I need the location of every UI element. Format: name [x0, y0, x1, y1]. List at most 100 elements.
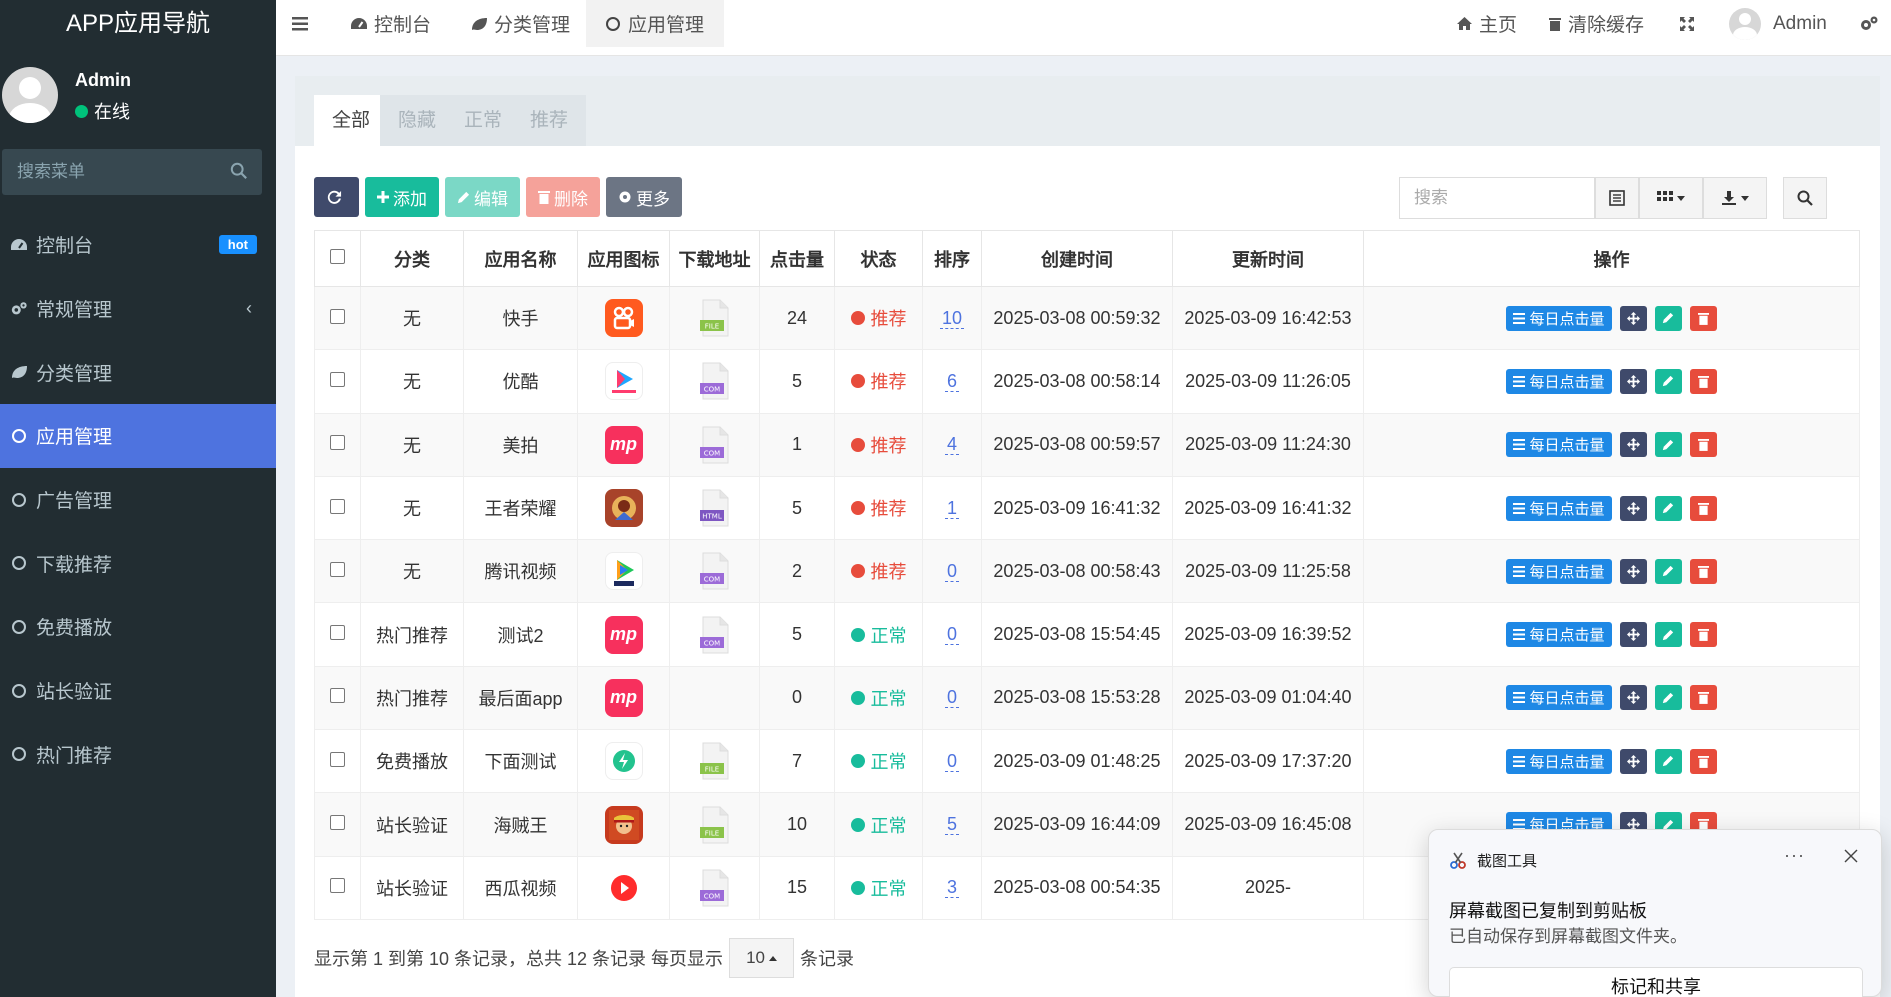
col-icon[interactable]: 应用图标: [577, 230, 670, 287]
home-link[interactable]: 主页: [1456, 0, 1517, 47]
app-meipai-icon[interactable]: mp: [604, 425, 643, 464]
sort-editable[interactable]: 1: [944, 497, 959, 519]
sidebar-item-4[interactable]: 广告管理: [0, 468, 276, 532]
edit-row-button[interactable]: [1654, 368, 1682, 394]
app-kuaishou-icon[interactable]: [604, 299, 643, 338]
filter-tab-recommend[interactable]: 推荐: [512, 95, 587, 146]
col-updated[interactable]: 更新时间: [1172, 230, 1364, 287]
settings-button[interactable]: [1859, 0, 1885, 47]
app-logo-title[interactable]: APP应用导航: [0, 0, 276, 47]
col-sort[interactable]: 排序: [922, 230, 982, 287]
col-category[interactable]: 分类: [360, 230, 464, 287]
daily-clicks-button[interactable]: 每日点击量: [1506, 748, 1612, 774]
delete-row-button[interactable]: [1689, 622, 1717, 648]
app-onepiece-icon[interactable]: [604, 805, 643, 844]
file-com-icon[interactable]: COM: [698, 552, 732, 590]
delete-row-button[interactable]: [1689, 305, 1717, 331]
sidebar-item-8[interactable]: 热门推荐: [0, 723, 276, 787]
row-checkbox[interactable]: [330, 625, 345, 641]
sort-editable[interactable]: 6: [944, 370, 959, 392]
drag-sort-button[interactable]: [1619, 558, 1647, 584]
drag-sort-button[interactable]: [1619, 622, 1647, 648]
more-button[interactable]: 更多: [606, 177, 682, 217]
sort-editable[interactable]: 4: [944, 434, 959, 456]
user-menu[interactable]: Admin: [1729, 0, 1827, 47]
row-checkbox[interactable]: [330, 371, 345, 387]
sort-editable[interactable]: 0: [944, 750, 959, 772]
row-checkbox[interactable]: [330, 688, 345, 704]
file-com-icon[interactable]: COM: [698, 616, 732, 654]
sort-editable[interactable]: 0: [944, 560, 959, 582]
filter-tab-normal[interactable]: 正常: [446, 95, 521, 146]
sort-editable[interactable]: 3: [944, 877, 959, 899]
sidebar-item-7[interactable]: 站长验证: [0, 659, 276, 723]
col-status[interactable]: 状态: [834, 230, 923, 287]
sort-editable[interactable]: 5: [944, 814, 959, 836]
file-file-icon[interactable]: FILE: [698, 742, 732, 780]
daily-clicks-button[interactable]: 每日点击量: [1506, 685, 1612, 711]
sidebar-item-5[interactable]: 下载推荐: [0, 531, 276, 595]
daily-clicks-button[interactable]: 每日点击量: [1506, 622, 1612, 648]
menu-search-input[interactable]: [2, 149, 212, 195]
app-flash-icon[interactable]: [604, 742, 643, 781]
edit-button[interactable]: 编辑: [445, 177, 520, 217]
row-checkbox[interactable]: [330, 308, 345, 324]
delete-row-button[interactable]: [1689, 558, 1717, 584]
add-button[interactable]: 添加: [365, 177, 439, 217]
more-options-icon[interactable]: ···: [1784, 845, 1805, 866]
row-checkbox[interactable]: [330, 815, 345, 831]
fullscreen-button[interactable]: [1679, 0, 1701, 47]
edit-row-button[interactable]: [1654, 305, 1682, 331]
delete-row-button[interactable]: [1689, 368, 1717, 394]
row-checkbox[interactable]: [330, 498, 345, 514]
file-com-icon[interactable]: COM: [698, 426, 732, 464]
drag-sort-button[interactable]: [1619, 495, 1647, 521]
delete-row-button[interactable]: [1689, 432, 1717, 458]
daily-clicks-button[interactable]: 每日点击量: [1506, 432, 1612, 458]
header-tab-app-manage[interactable]: 应用管理: [586, 0, 725, 47]
row-checkbox[interactable]: [330, 878, 345, 894]
col-clicks[interactable]: 点击量: [759, 230, 835, 287]
columns-button[interactable]: [1639, 177, 1703, 219]
table-search-input[interactable]: [1399, 177, 1595, 219]
row-checkbox[interactable]: [330, 435, 345, 451]
drag-sort-button[interactable]: [1619, 685, 1647, 711]
edit-row-button[interactable]: [1654, 748, 1682, 774]
app-meipai-icon[interactable]: mp: [604, 678, 643, 717]
drag-sort-button[interactable]: [1619, 432, 1647, 458]
edit-row-button[interactable]: [1654, 558, 1682, 584]
refresh-button[interactable]: [314, 177, 359, 217]
file-com-icon[interactable]: COM: [698, 869, 732, 907]
clear-cache-button[interactable]: 清除缓存: [1548, 0, 1644, 47]
header-tab-dashboard[interactable]: 控制台: [338, 0, 443, 47]
sort-editable[interactable]: 0: [944, 687, 959, 709]
sidebar-toggle-button[interactable]: [292, 0, 314, 47]
sidebar-item-2[interactable]: 分类管理: [0, 340, 276, 404]
select-all-checkbox[interactable]: [330, 249, 345, 264]
daily-clicks-button[interactable]: 每日点击量: [1506, 558, 1612, 584]
daily-clicks-button[interactable]: 每日点击量: [1506, 368, 1612, 394]
sort-editable[interactable]: 0: [944, 624, 959, 646]
close-icon[interactable]: [1843, 848, 1859, 864]
edit-row-button[interactable]: [1654, 622, 1682, 648]
filter-tab-hidden[interactable]: 隐藏: [380, 95, 455, 146]
daily-clicks-button[interactable]: 每日点击量: [1506, 495, 1612, 521]
file-file-icon[interactable]: FILE: [698, 806, 732, 844]
delete-row-button[interactable]: [1689, 685, 1717, 711]
row-checkbox[interactable]: [330, 561, 345, 577]
col-created[interactable]: 创建时间: [981, 230, 1173, 287]
col-download[interactable]: 下载地址: [669, 230, 760, 287]
app-tencent-icon[interactable]: [604, 552, 643, 591]
col-name[interactable]: 应用名称: [463, 230, 578, 287]
sidebar-item-1[interactable]: 常规管理 ‹: [0, 277, 276, 341]
advanced-search-button[interactable]: [1783, 177, 1827, 219]
daily-clicks-button[interactable]: 每日点击量: [1506, 305, 1612, 331]
row-checkbox[interactable]: [330, 751, 345, 767]
delete-button[interactable]: 删除: [526, 177, 600, 217]
toggle-view-button[interactable]: [1595, 177, 1639, 219]
file-com-icon[interactable]: COM: [698, 362, 732, 400]
app-wangzhe-icon[interactable]: [604, 489, 643, 528]
drag-sort-button[interactable]: [1619, 748, 1647, 774]
sort-editable[interactable]: 10: [939, 307, 965, 329]
edit-row-button[interactable]: [1654, 432, 1682, 458]
